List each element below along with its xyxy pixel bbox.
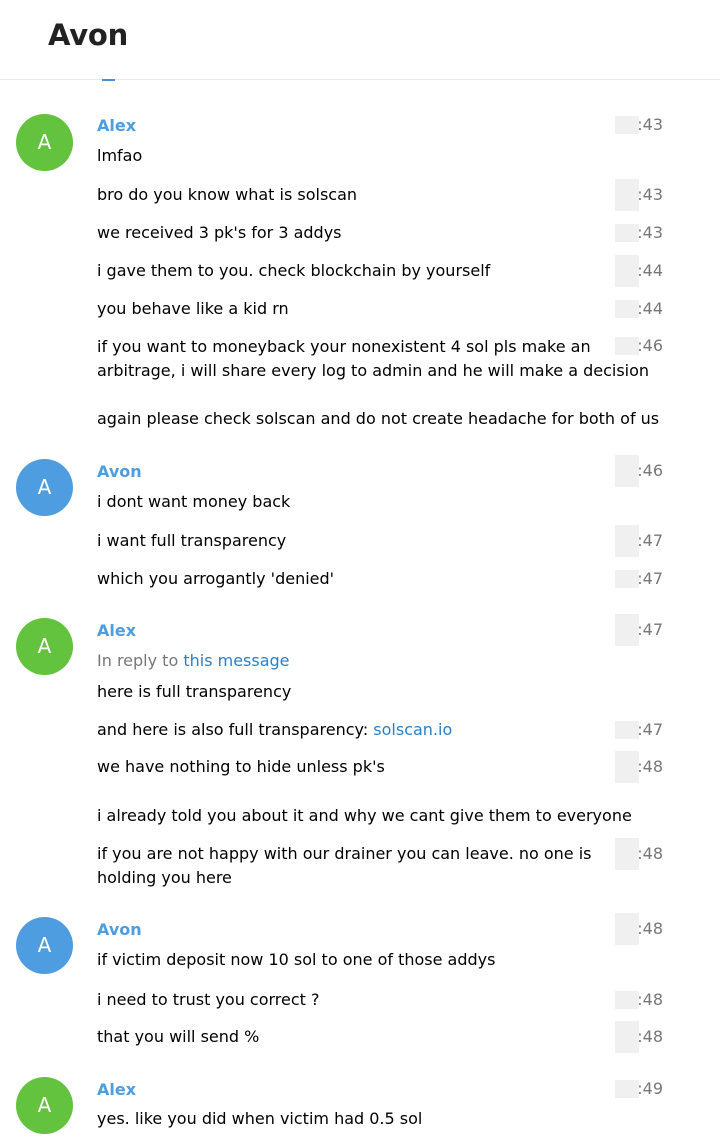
redacted-time [615, 721, 639, 739]
chat-header: Avon [0, 0, 720, 81]
redacted-time [615, 913, 639, 945]
message-text-with-link: and here is also full transparency: sols… [97, 718, 452, 742]
message-text: here is full transparency [97, 682, 292, 701]
avatar-alex[interactable]: A [16, 618, 73, 675]
redacted-time [615, 300, 639, 318]
message-time: :43 [615, 179, 663, 211]
message-text: again please check solscan and do not cr… [97, 409, 660, 428]
message-time: :44 [615, 297, 663, 321]
message-text: you behave like a kid rn [97, 299, 289, 318]
redacted-time [615, 179, 639, 211]
sender-name-avon[interactable]: Avon [97, 462, 142, 481]
message-time: :47 [615, 614, 663, 646]
message-text: which you arrogantly 'denied' [97, 569, 335, 588]
message-text: that you will send % [97, 1027, 260, 1046]
message-text-line-2: arbitrage, i will share every log to adm… [97, 361, 650, 380]
avatar-avon[interactable]: A [16, 917, 73, 974]
message-time: :43 [615, 221, 663, 245]
message-time: :43 [615, 113, 663, 137]
message-time: :46 [615, 455, 663, 487]
redacted-time [615, 991, 639, 1009]
message-text: we received 3 pk's for 3 addys [97, 223, 342, 242]
chat-title: Avon [48, 18, 129, 52]
redacted-time [615, 525, 639, 557]
message-text: yes. like you did when victim had 0.5 so… [97, 1109, 423, 1128]
message-text: bro do you know what is solscan [97, 185, 358, 204]
message-text: lmfao [97, 146, 143, 165]
redacted-time [615, 224, 639, 242]
redacted-time [615, 751, 639, 783]
message-text: i need to trust you correct ? [97, 990, 320, 1009]
avatar-avon[interactable]: A [16, 459, 73, 516]
message-text: i already told you about it and why we c… [97, 806, 632, 825]
message-text: we have nothing to hide unless pk's [97, 757, 385, 776]
message-time: :48 [615, 1021, 663, 1053]
message-time: :48 [615, 751, 663, 783]
message-text: i dont want money back [97, 492, 291, 511]
message-text-line-2: holding you here [97, 868, 232, 887]
message-text-line-1: if you are not happy with our drainer yo… [97, 844, 592, 863]
avatar-alex[interactable]: A [16, 114, 73, 171]
message-time: :48 [615, 988, 663, 1012]
reply-reference[interactable]: In reply to this message [97, 649, 290, 673]
message-text: i want full transparency [97, 531, 287, 550]
message-time: :49 [615, 1077, 663, 1101]
message-time: :48 [615, 838, 663, 870]
message-time: :48 [615, 913, 663, 945]
redacted-time [615, 614, 639, 646]
redacted-time [615, 838, 639, 870]
redacted-time [615, 255, 639, 287]
message-text-line-1: if you want to moneyback your nonexisten… [97, 337, 591, 356]
message-text: and here is also full transparency: [97, 720, 374, 739]
sender-name-alex[interactable]: Alex [97, 1080, 136, 1099]
sender-name-alex[interactable]: Alex [97, 116, 136, 135]
redacted-time [615, 116, 639, 134]
message-time: :47 [615, 567, 663, 591]
redacted-time [615, 337, 639, 355]
redacted-time [615, 1080, 639, 1098]
scroll-indicator [102, 79, 115, 81]
solscan-link[interactable]: solscan.io [373, 720, 452, 739]
redacted-time [615, 570, 639, 588]
message-time: :46 [615, 334, 663, 358]
message-time: :44 [615, 255, 663, 287]
message-time: :47 [615, 525, 663, 557]
redacted-time [615, 1021, 639, 1053]
redacted-time [615, 455, 639, 487]
reply-label: In reply to [97, 651, 184, 670]
message-text: if victim deposit now 10 sol to one of t… [97, 950, 496, 969]
message-text: i gave them to you. check blockchain by … [97, 261, 491, 280]
sender-name-avon[interactable]: Avon [97, 920, 142, 939]
message-time: :47 [615, 718, 663, 742]
avatar-alex[interactable]: A [16, 1077, 73, 1134]
reply-link[interactable]: this message [183, 651, 289, 670]
sender-name-alex[interactable]: Alex [97, 621, 136, 640]
